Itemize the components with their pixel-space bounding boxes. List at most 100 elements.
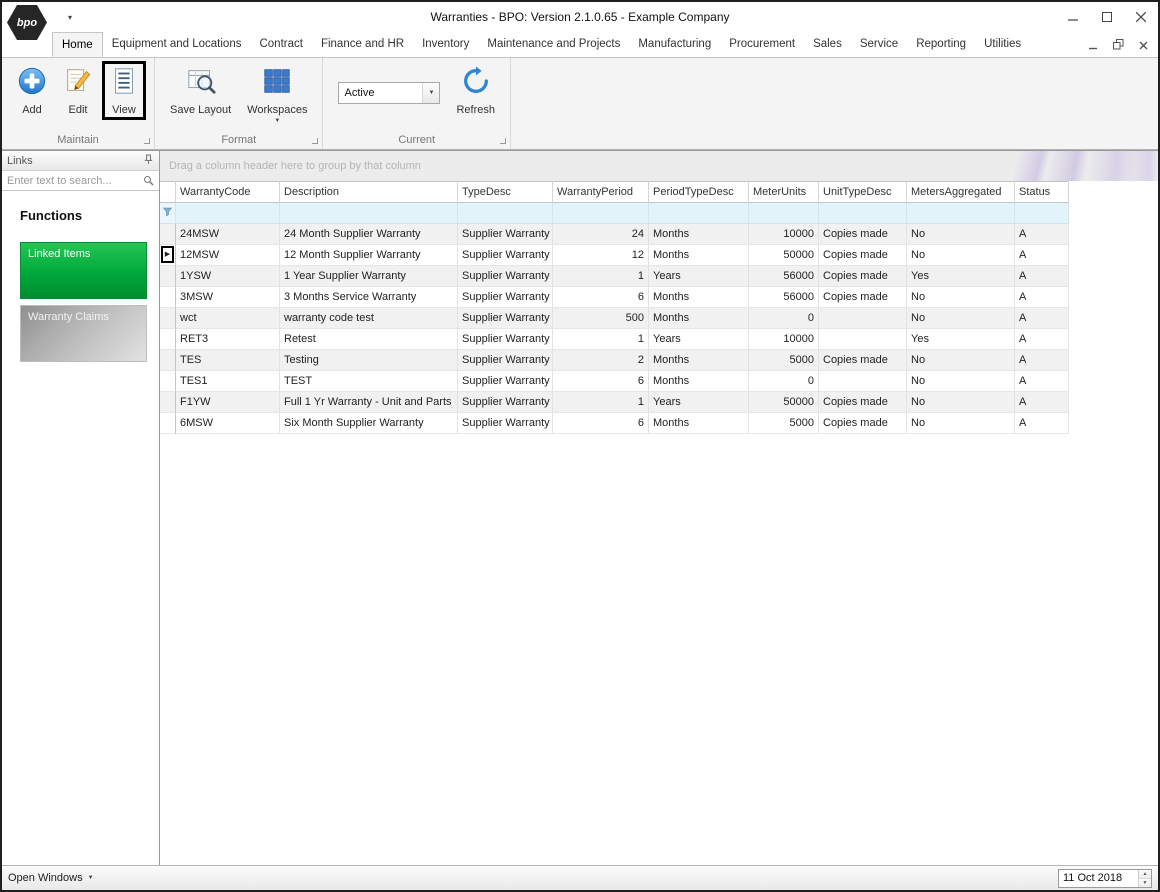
- workspaces-button[interactable]: Workspaces ▼: [240, 61, 314, 128]
- cell-status[interactable]: A: [1015, 350, 1069, 371]
- cell-metersaggregated[interactable]: No: [907, 308, 1015, 329]
- cell-unittypedesc[interactable]: Copies made: [819, 245, 907, 266]
- cell-typedesc[interactable]: Supplier Warranty: [458, 266, 553, 287]
- cell-metersaggregated[interactable]: Yes: [907, 329, 1015, 350]
- column-header-warrantyperiod[interactable]: WarrantyPeriod: [553, 181, 649, 203]
- cell-description[interactable]: 12 Month Supplier Warranty: [280, 245, 458, 266]
- warranty-claims-tile[interactable]: Warranty Claims: [20, 305, 147, 362]
- cell-periodtypedesc[interactable]: Years: [649, 392, 749, 413]
- cell-warrantyperiod[interactable]: 24: [553, 224, 649, 245]
- cell-typedesc[interactable]: Supplier Warranty: [458, 245, 553, 266]
- grid-row-12MSW[interactable]: ▶12MSW12 Month Supplier WarrantySupplier…: [160, 245, 1069, 266]
- tab-finance-and-hr[interactable]: Finance and HR: [312, 32, 413, 57]
- cell-periodtypedesc[interactable]: Months: [649, 350, 749, 371]
- cell-periodtypedesc[interactable]: Months: [649, 287, 749, 308]
- cell-typedesc[interactable]: Supplier Warranty: [458, 392, 553, 413]
- cell-warrantyperiod[interactable]: 6: [553, 371, 649, 392]
- cell-meterunits[interactable]: 5000: [749, 350, 819, 371]
- filter-cell-metersaggregated[interactable]: [907, 203, 1015, 224]
- cell-periodtypedesc[interactable]: Years: [649, 266, 749, 287]
- add-button[interactable]: Add: [10, 61, 54, 120]
- pin-icon[interactable]: [143, 152, 154, 170]
- cell-status[interactable]: A: [1015, 266, 1069, 287]
- ribbon-minimize-icon[interactable]: [1089, 37, 1098, 55]
- grid-row-3MSW[interactable]: 3MSW3 Months Service WarrantySupplier Wa…: [160, 287, 1069, 308]
- cell-metersaggregated[interactable]: No: [907, 224, 1015, 245]
- cell-typedesc[interactable]: Supplier Warranty: [458, 287, 553, 308]
- cell-warrantyperiod[interactable]: 1: [553, 392, 649, 413]
- cell-warrantycode[interactable]: wct: [176, 308, 280, 329]
- tab-sales[interactable]: Sales: [804, 32, 851, 57]
- column-header-status[interactable]: Status: [1015, 181, 1069, 203]
- group-by-bar[interactable]: Drag a column header here to group by th…: [160, 151, 1158, 181]
- cell-meterunits[interactable]: 5000: [749, 413, 819, 434]
- cell-status[interactable]: A: [1015, 308, 1069, 329]
- cell-warrantyperiod[interactable]: 500: [553, 308, 649, 329]
- grid-row-24MSW[interactable]: 24MSW24 Month Supplier WarrantySupplier …: [160, 224, 1069, 245]
- cell-metersaggregated[interactable]: No: [907, 350, 1015, 371]
- column-header-description[interactable]: Description: [280, 181, 458, 203]
- dialog-launcher-current[interactable]: [500, 138, 506, 144]
- filter-cell-status[interactable]: [1015, 203, 1069, 224]
- cell-warrantyperiod[interactable]: 1: [553, 329, 649, 350]
- cell-periodtypedesc[interactable]: Months: [649, 413, 749, 434]
- cell-metersaggregated[interactable]: No: [907, 371, 1015, 392]
- search-input[interactable]: [2, 175, 141, 187]
- cell-unittypedesc[interactable]: Copies made: [819, 413, 907, 434]
- cell-warrantycode[interactable]: 24MSW: [176, 224, 280, 245]
- cell-unittypedesc[interactable]: Copies made: [819, 224, 907, 245]
- cell-unittypedesc[interactable]: Copies made: [819, 350, 907, 371]
- tab-home[interactable]: Home: [52, 32, 103, 57]
- cell-warrantycode[interactable]: 12MSW: [176, 245, 280, 266]
- cell-unittypedesc[interactable]: Copies made: [819, 287, 907, 308]
- cell-status[interactable]: A: [1015, 413, 1069, 434]
- view-button[interactable]: View: [102, 61, 146, 120]
- cell-typedesc[interactable]: Supplier Warranty: [458, 371, 553, 392]
- tab-maintenance-and-projects[interactable]: Maintenance and Projects: [478, 32, 629, 57]
- cell-typedesc[interactable]: Supplier Warranty: [458, 308, 553, 329]
- grid-row-6MSW[interactable]: 6MSWSix Month Supplier WarrantySupplier …: [160, 413, 1069, 434]
- cell-meterunits[interactable]: 0: [749, 371, 819, 392]
- cell-meterunits[interactable]: 56000: [749, 287, 819, 308]
- column-header-meterunits[interactable]: MeterUnits: [749, 181, 819, 203]
- cell-warrantycode[interactable]: 6MSW: [176, 413, 280, 434]
- cell-meterunits[interactable]: 50000: [749, 245, 819, 266]
- cell-status[interactable]: A: [1015, 392, 1069, 413]
- cell-unittypedesc[interactable]: [819, 308, 907, 329]
- workspaces-dropdown-icon[interactable]: ▼: [274, 118, 280, 124]
- dialog-launcher-format[interactable]: [312, 138, 318, 144]
- cell-description[interactable]: TEST: [280, 371, 458, 392]
- column-header-typedesc[interactable]: TypeDesc: [458, 181, 553, 203]
- cell-typedesc[interactable]: Supplier Warranty: [458, 413, 553, 434]
- grid-row-TES1[interactable]: TES1TESTSupplier Warranty6Months0NoA: [160, 371, 1069, 392]
- cell-warrantyperiod[interactable]: 6: [553, 413, 649, 434]
- filter-cell-typedesc[interactable]: [458, 203, 553, 224]
- cell-status[interactable]: A: [1015, 245, 1069, 266]
- edit-button[interactable]: Edit: [56, 61, 100, 120]
- cell-status[interactable]: A: [1015, 287, 1069, 308]
- ribbon-close-icon[interactable]: [1139, 37, 1148, 55]
- minimize-button[interactable]: [1056, 4, 1090, 30]
- column-header-unittypedesc[interactable]: UnitTypeDesc: [819, 181, 907, 203]
- cell-warrantyperiod[interactable]: 6: [553, 287, 649, 308]
- cell-metersaggregated[interactable]: No: [907, 245, 1015, 266]
- cell-description[interactable]: Retest: [280, 329, 458, 350]
- cell-meterunits[interactable]: 56000: [749, 266, 819, 287]
- grid-row-RET3[interactable]: RET3RetestSupplier Warranty1Years10000Ye…: [160, 329, 1069, 350]
- spin-down-icon[interactable]: ▼: [1139, 878, 1151, 887]
- save-layout-button[interactable]: Save Layout: [163, 61, 238, 120]
- tab-manufacturing[interactable]: Manufacturing: [629, 32, 720, 57]
- tab-equipment-and-locations[interactable]: Equipment and Locations: [103, 32, 251, 57]
- cell-typedesc[interactable]: Supplier Warranty: [458, 329, 553, 350]
- grid-row-wct[interactable]: wctwarranty code testSupplier Warranty50…: [160, 308, 1069, 329]
- cell-warrantycode[interactable]: F1YW: [176, 392, 280, 413]
- filter-cell-unittypedesc[interactable]: [819, 203, 907, 224]
- cell-periodtypedesc[interactable]: Months: [649, 224, 749, 245]
- cell-metersaggregated[interactable]: No: [907, 413, 1015, 434]
- filter-cell-warrantycode[interactable]: [176, 203, 280, 224]
- cell-periodtypedesc[interactable]: Months: [649, 245, 749, 266]
- column-header-metersaggregated[interactable]: MetersAggregated: [907, 181, 1015, 203]
- cell-unittypedesc[interactable]: [819, 371, 907, 392]
- cell-status[interactable]: A: [1015, 329, 1069, 350]
- cell-warrantycode[interactable]: RET3: [176, 329, 280, 350]
